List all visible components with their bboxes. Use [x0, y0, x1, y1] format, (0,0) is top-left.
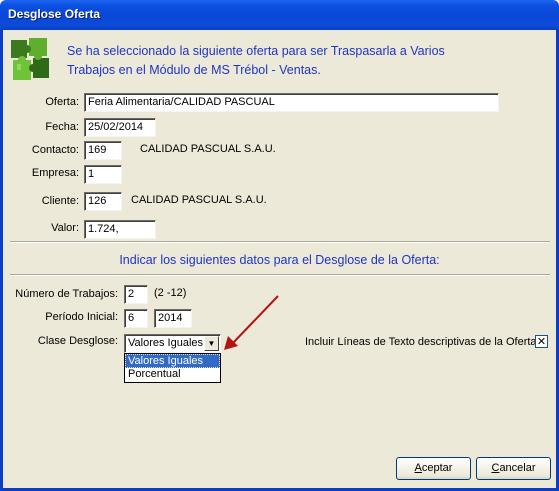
clase-desglose-combo[interactable]: Valores Iguales ▼	[124, 334, 221, 353]
title-bar[interactable]: Desglose Oferta	[0, 0, 559, 30]
contacto-field[interactable]: 169	[84, 141, 122, 160]
fecha-label: Fecha:	[45, 121, 79, 133]
clase-dropdown-list: Valores Iguales Porcentual	[124, 353, 221, 383]
oferta-field[interactable]: Feria Alimentaria/CALIDAD PASCUAL	[84, 93, 499, 112]
window-title: Desglose Oferta	[8, 7, 101, 21]
cancel-label: ancelar	[499, 462, 536, 474]
periodo-month-field[interactable]: 6	[124, 309, 148, 328]
periodo-year-field[interactable]: 2014	[154, 309, 192, 328]
chevron-down-icon[interactable]: ▼	[204, 336, 219, 351]
separator-top	[10, 241, 550, 243]
num-trabajos-hint: (2 -12)	[154, 287, 187, 299]
cliente-field[interactable]: 126	[84, 192, 122, 211]
desglose-section-title: Indicar los siguientes datos para el Des…	[119, 253, 440, 267]
clase-selected-value: Valores Iguales	[128, 337, 204, 349]
accept-label: ceptar	[421, 462, 453, 474]
periodo-label: Período Inicial:	[45, 311, 118, 323]
accept-mnemonic: A	[414, 462, 422, 474]
dropdown-option-porcentual[interactable]: Porcentual	[125, 368, 220, 382]
contacto-name: CALIDAD PASCUAL S.A.U.	[140, 143, 276, 155]
incluir-lineas-checkbox[interactable]: ✕	[535, 335, 548, 348]
num-trabajos-label: Número de Trabajos:	[15, 288, 118, 300]
dialog-body: Se ha seleccionado la siguiente oferta p…	[3, 30, 556, 488]
separator-bottom	[10, 274, 550, 276]
header-message: Se ha seleccionado la siguiente oferta p…	[67, 42, 507, 80]
fecha-field[interactable]: 25/02/2014	[84, 118, 156, 137]
contacto-label: Contacto:	[31, 144, 79, 156]
cliente-name: CALIDAD PASCUAL S.A.U.	[131, 194, 267, 206]
empresa-field[interactable]: 1	[84, 165, 122, 184]
empresa-label: Empresa:	[31, 167, 79, 179]
header-line-1: Se ha seleccionado la siguiente oferta p…	[67, 44, 445, 58]
incluir-lineas-label: Incluir Líneas de Texto descriptivas de …	[305, 336, 537, 348]
header-line-2: Trabajos en el Módulo de MS Trébol - Ven…	[67, 63, 321, 77]
cancel-button[interactable]: Cancelar	[476, 457, 551, 480]
clase-label: Clase Desglose:	[37, 335, 118, 347]
dropdown-option-valores-iguales[interactable]: Valores Iguales	[125, 354, 220, 368]
accept-button[interactable]: Aceptar	[396, 457, 471, 480]
num-trabajos-field[interactable]: 2	[124, 285, 148, 304]
valor-label: Valor:	[51, 222, 79, 234]
valor-field[interactable]: 1.724,	[84, 220, 156, 239]
annotation-arrow-icon	[224, 295, 279, 350]
dialog-window: Desglose Oferta Se ha seleccionado la si…	[0, 0, 559, 491]
oferta-label: Oferta:	[45, 96, 79, 108]
puzzle-logo-icon	[11, 38, 49, 80]
cliente-label: Cliente:	[41, 195, 79, 207]
